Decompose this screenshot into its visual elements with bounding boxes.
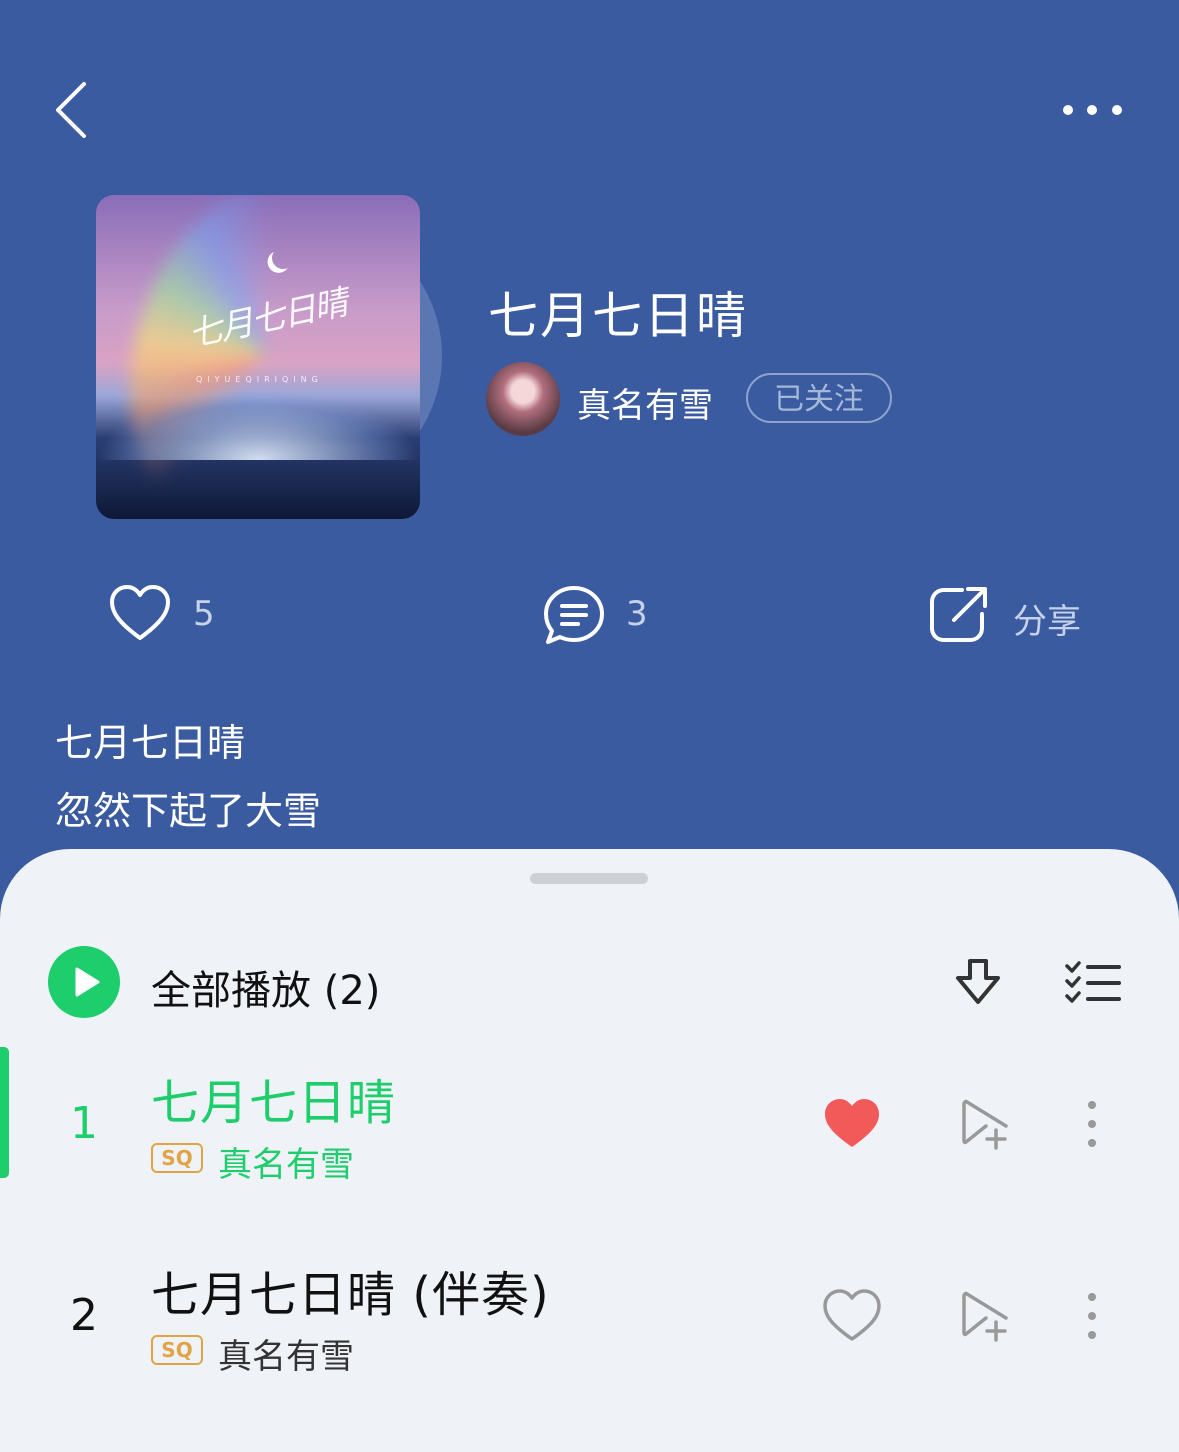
add-to-playlist-button[interactable] xyxy=(960,1288,1012,1344)
heart-outline-icon xyxy=(110,585,170,640)
sq-quality-badge: SQ xyxy=(151,1335,203,1365)
download-icon xyxy=(956,959,1000,1004)
album-cover[interactable]: 七月七日晴 QIYUEQIRIQING xyxy=(96,195,420,519)
add-to-playlist-button[interactable] xyxy=(960,1096,1012,1152)
track-more-button[interactable] xyxy=(1076,1290,1108,1344)
rainbow-graphic xyxy=(96,195,420,519)
play-icon xyxy=(75,967,100,997)
multi-select-button[interactable] xyxy=(1064,960,1122,1006)
heart-outline-icon xyxy=(823,1289,881,1341)
share-icon xyxy=(930,587,987,642)
ellipsis-icon xyxy=(1063,105,1122,115)
description-line-1: 七月七日晴 xyxy=(55,721,246,765)
follow-button[interactable]: 已关注 xyxy=(746,373,892,423)
chevron-left-icon xyxy=(56,82,86,138)
sheet-drag-handle[interactable] xyxy=(530,873,648,884)
vertical-ellipsis-icon xyxy=(1088,1101,1096,1147)
track-like-button[interactable] xyxy=(822,1289,882,1343)
track-index: 2 xyxy=(70,1290,98,1341)
vertical-ellipsis-icon xyxy=(1088,1293,1096,1339)
track-like-button[interactable] xyxy=(822,1097,882,1151)
description-line-2: 忽然下起了大雪 xyxy=(55,789,322,833)
add-to-playlist-icon xyxy=(962,1099,1008,1150)
track-artist[interactable]: 真名有雪 xyxy=(218,1137,354,1186)
like-button[interactable] xyxy=(108,584,172,644)
heart-filled-icon xyxy=(825,1099,879,1147)
comment-count: 3 xyxy=(626,594,648,634)
share-button[interactable] xyxy=(928,584,990,644)
comment-icon xyxy=(544,586,604,644)
track-index: 1 xyxy=(70,1098,98,1149)
wave-graphic xyxy=(96,390,420,460)
track-more-button[interactable] xyxy=(1076,1098,1108,1152)
more-button[interactable] xyxy=(1056,90,1134,130)
share-label[interactable]: 分享 xyxy=(1013,594,1081,643)
cover-subtitle-text: QIYUEQIRIQING xyxy=(196,375,323,384)
play-all-label[interactable]: 全部播放 (2) xyxy=(151,958,380,1016)
sq-quality-badge: SQ xyxy=(151,1143,203,1173)
add-to-playlist-icon xyxy=(962,1291,1008,1342)
back-button[interactable] xyxy=(48,76,104,144)
album-title: 七月七日晴 xyxy=(488,287,748,345)
artist-name[interactable]: 真名有雪 xyxy=(577,378,713,427)
play-all-button[interactable] xyxy=(48,946,120,1018)
comment-button[interactable] xyxy=(542,584,606,646)
track-title[interactable]: 七月七日晴 xyxy=(151,1063,396,1133)
track-artist[interactable]: 真名有雪 xyxy=(218,1329,354,1378)
artist-avatar[interactable] xyxy=(486,362,560,436)
checklist-icon xyxy=(1065,961,1121,1003)
like-count: 5 xyxy=(193,594,215,634)
download-button[interactable] xyxy=(952,958,1004,1010)
track-title[interactable]: 七月七日晴 (伴奏) xyxy=(151,1255,550,1325)
